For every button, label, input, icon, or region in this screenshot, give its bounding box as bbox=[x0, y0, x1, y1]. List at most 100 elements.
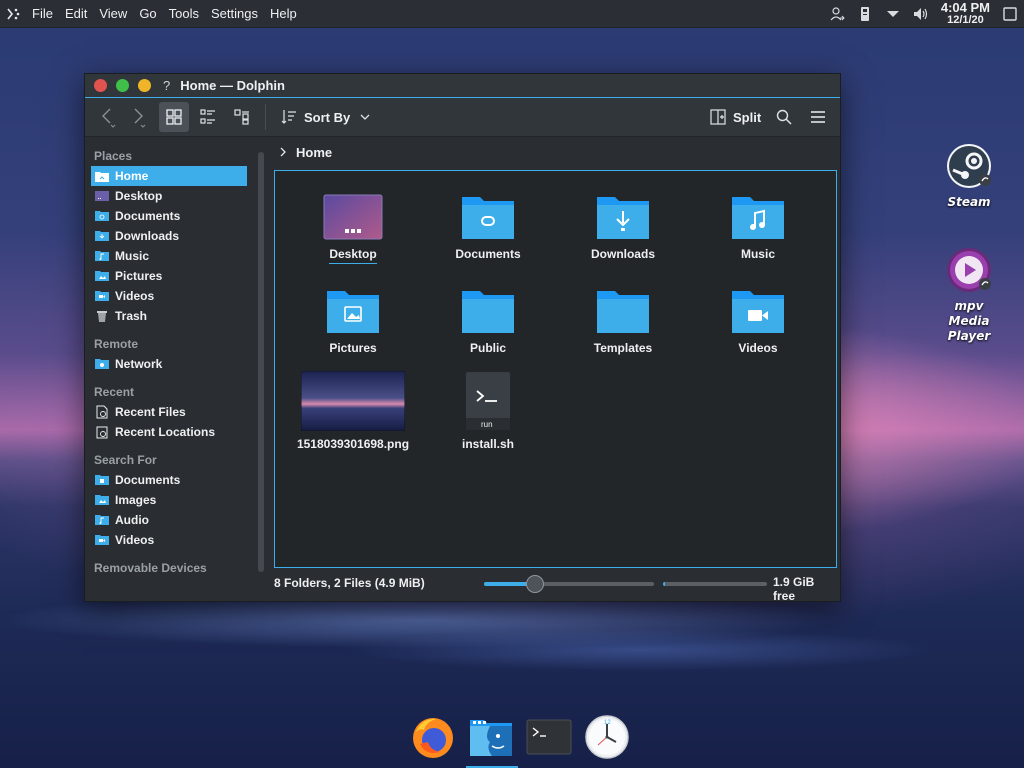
system-tray: 4:04 PM 12/1/20 bbox=[823, 0, 1024, 28]
menu-view[interactable]: View bbox=[93, 0, 133, 28]
file-label: Documents bbox=[455, 247, 521, 261]
search-videos[interactable]: Videos bbox=[91, 530, 247, 550]
minimize-button[interactable] bbox=[138, 79, 151, 92]
file-item-png[interactable]: 1518039301698.png bbox=[293, 371, 413, 453]
menu-edit[interactable]: Edit bbox=[59, 0, 93, 28]
file-item-documents[interactable]: Documents bbox=[428, 189, 548, 263]
file-item-desktop[interactable]: Desktop bbox=[293, 189, 413, 264]
dock-clock[interactable]: 12 bbox=[581, 711, 633, 763]
place-downloads[interactable]: Downloads bbox=[91, 226, 247, 246]
menu-go[interactable]: Go bbox=[133, 0, 162, 28]
maximize-button[interactable] bbox=[116, 79, 129, 92]
place-label: Recent Locations bbox=[115, 425, 216, 439]
dock-terminal[interactable] bbox=[523, 711, 575, 763]
places-header: Places bbox=[94, 149, 133, 163]
network-folder-icon bbox=[95, 357, 109, 371]
search-for-header: Search For bbox=[94, 453, 157, 467]
launcher-icon[interactable] bbox=[0, 0, 26, 28]
compact-view-button[interactable] bbox=[193, 102, 223, 132]
place-trash[interactable]: Trash bbox=[91, 306, 247, 326]
toolbar: Sort By Split bbox=[85, 98, 840, 137]
images-folder-icon bbox=[95, 493, 109, 507]
place-desktop[interactable]: Desktop bbox=[91, 186, 247, 206]
menu-tools[interactable]: Tools bbox=[163, 0, 205, 28]
search-button[interactable] bbox=[769, 102, 799, 132]
search-icon bbox=[776, 109, 792, 125]
zoom-slider-handle[interactable] bbox=[526, 575, 544, 593]
forward-button[interactable] bbox=[123, 102, 153, 132]
place-network[interactable]: Network bbox=[91, 354, 247, 374]
place-videos[interactable]: Videos bbox=[91, 286, 247, 306]
places-panel: Places Home Desktop Documents Downloads … bbox=[85, 138, 248, 601]
menu-file[interactable]: File bbox=[26, 0, 59, 28]
clock-icon: 12 bbox=[585, 715, 629, 759]
file-label: Downloads bbox=[590, 247, 655, 261]
file-item-templates[interactable]: Templates bbox=[563, 283, 683, 357]
place-label: Trash bbox=[115, 309, 148, 323]
clock[interactable]: 4:04 PM 12/1/20 bbox=[935, 1, 996, 26]
show-desktop-icon[interactable] bbox=[996, 0, 1024, 28]
menu-help[interactable]: Help bbox=[264, 0, 303, 28]
place-pictures[interactable]: Pictures bbox=[91, 266, 247, 286]
file-item-pictures[interactable]: Pictures bbox=[293, 283, 413, 357]
file-item-public[interactable]: Public bbox=[428, 283, 548, 357]
chevron-right-icon bbox=[278, 146, 288, 158]
search-images[interactable]: Images bbox=[91, 490, 247, 510]
place-home[interactable]: Home bbox=[91, 166, 247, 186]
audio-folder-icon bbox=[95, 513, 109, 527]
dock-firefox[interactable] bbox=[407, 711, 459, 763]
hamburger-menu-button[interactable] bbox=[803, 102, 833, 132]
videos-folder-icon bbox=[95, 289, 109, 303]
user-switch-icon[interactable] bbox=[823, 0, 851, 28]
place-recent-files[interactable]: Recent Files bbox=[91, 402, 247, 422]
volume-icon[interactable] bbox=[907, 0, 935, 28]
toolbar-separator bbox=[265, 104, 266, 130]
icons-view-button[interactable] bbox=[159, 102, 189, 132]
expand-tray-icon[interactable] bbox=[879, 0, 907, 28]
place-label: Desktop bbox=[115, 189, 163, 203]
status-summary: 8 Folders, 2 Files (4.9 MiB) bbox=[274, 576, 425, 590]
pictures-folder-icon bbox=[293, 283, 413, 335]
mpv-icon bbox=[947, 248, 991, 292]
place-documents[interactable]: Documents bbox=[91, 206, 247, 226]
documents-folder-icon bbox=[428, 189, 548, 241]
place-label: Recent Files bbox=[115, 405, 186, 419]
title-bar[interactable]: ? Home — Dolphin bbox=[85, 74, 840, 98]
search-audio[interactable]: Audio bbox=[91, 510, 247, 530]
split-button[interactable]: Split bbox=[709, 102, 761, 132]
sort-icon bbox=[281, 110, 296, 124]
places-scrollbar[interactable] bbox=[258, 152, 264, 572]
file-label: Pictures bbox=[329, 341, 377, 355]
place-recent-locations[interactable]: Recent Locations bbox=[91, 422, 247, 442]
place-music[interactable]: Music bbox=[91, 246, 247, 266]
file-item-music[interactable]: Music bbox=[698, 189, 818, 263]
close-button[interactable] bbox=[94, 79, 107, 92]
zoom-slider[interactable] bbox=[484, 575, 654, 593]
search-documents[interactable]: Documents bbox=[91, 470, 247, 490]
breadcrumb[interactable]: Home bbox=[274, 138, 839, 166]
file-item-downloads[interactable]: Downloads bbox=[563, 189, 683, 263]
music-folder-icon bbox=[95, 249, 109, 263]
trash-icon bbox=[95, 309, 109, 323]
menu-settings[interactable]: Settings bbox=[205, 0, 264, 28]
details-view-button[interactable] bbox=[227, 102, 257, 132]
removable-devices-header: Removable Devices bbox=[94, 561, 207, 575]
documents-folder-icon bbox=[95, 209, 109, 223]
file-item-videos[interactable]: Videos bbox=[698, 283, 818, 357]
help-button[interactable]: ? bbox=[163, 78, 170, 93]
back-button[interactable] bbox=[93, 102, 123, 132]
breadcrumb-home[interactable]: Home bbox=[296, 145, 332, 160]
sort-by-button[interactable]: Sort By bbox=[280, 102, 372, 132]
usb-device-icon[interactable] bbox=[851, 0, 879, 28]
dolphin-window: ? Home — Dolphin Sort By Split Places Ho… bbox=[84, 73, 841, 603]
dock-dolphin[interactable] bbox=[465, 711, 518, 768]
file-view[interactable]: Desktop Documents Downloads Music Pictur… bbox=[274, 170, 837, 568]
desktop-folder-icon bbox=[293, 189, 413, 241]
place-label: Documents bbox=[115, 473, 181, 487]
desktop-icon-mpv[interactable]: mpv Media Player bbox=[934, 246, 1004, 344]
file-item-install-sh[interactable]: install.sh bbox=[428, 371, 548, 453]
place-label: Pictures bbox=[115, 269, 163, 283]
file-label: install.sh bbox=[461, 437, 514, 451]
split-icon bbox=[710, 109, 726, 125]
desktop-icon-steam[interactable]: Steam bbox=[934, 142, 1004, 210]
